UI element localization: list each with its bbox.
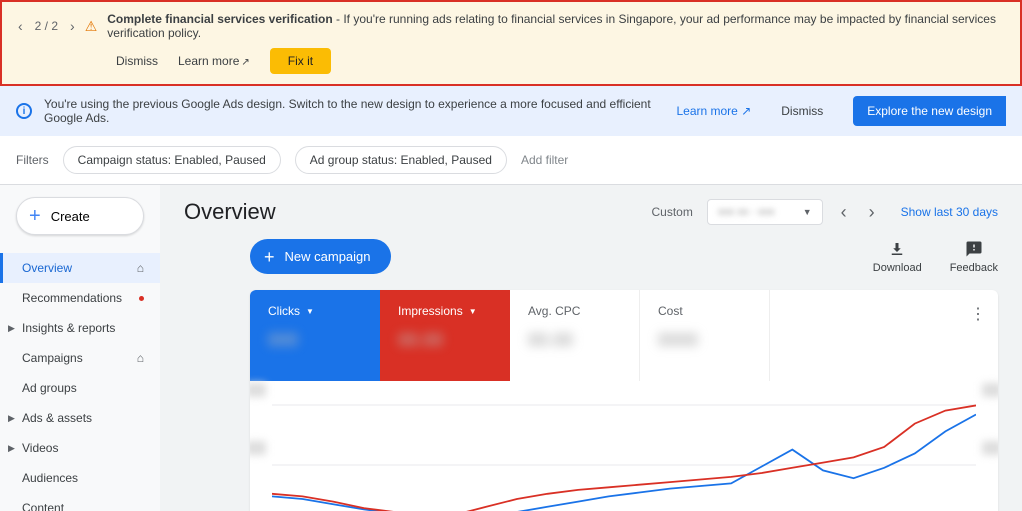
card-more-icon[interactable]: ⋮ xyxy=(970,304,986,324)
home-icon: ⌂ xyxy=(137,261,144,275)
filters-label: Filters xyxy=(16,153,49,167)
sidebar-item-label: Insights & reports xyxy=(22,321,115,335)
alert-next-arrow[interactable]: › xyxy=(70,18,75,34)
alert-pager: 2 / 2 xyxy=(35,19,58,33)
sidebar-item-label: Overview xyxy=(22,261,72,275)
show-last-30-days-link[interactable]: Show last 30 days xyxy=(901,205,998,219)
sidebar-item-audiences[interactable]: Audiences xyxy=(0,463,160,493)
sidebar-item-recommendations[interactable]: Recommendations xyxy=(0,283,160,313)
alert-learn-more-link[interactable]: Learn more↗ xyxy=(178,54,250,68)
sidebar-item-label: Recommendations xyxy=(22,291,122,305)
metric-value-redacted: 000 xyxy=(268,330,362,351)
metrics-row: Clicks▼ 000 Impressions▼ 00.00 Avg. CPC … xyxy=(250,290,998,381)
sidebar-item-videos[interactable]: ▶ Videos xyxy=(0,433,160,463)
plus-icon: + xyxy=(29,206,41,226)
filter-chip-campaign-status[interactable]: Campaign status: Enabled, Paused xyxy=(63,146,281,174)
metric-value-redacted: 0000 xyxy=(658,330,751,351)
y-axis-label-redacted xyxy=(250,441,266,455)
expand-caret-icon: ▶ xyxy=(8,443,15,454)
expand-caret-icon: ▶ xyxy=(8,413,15,424)
sidebar-item-ads-assets[interactable]: ▶ Ads & assets xyxy=(0,403,160,433)
feedback-icon xyxy=(965,240,983,258)
expand-caret-icon: ▶ xyxy=(8,323,15,334)
external-icon: ↗ xyxy=(241,57,249,68)
y-axis-label-redacted xyxy=(250,383,266,397)
alert-dismiss-link[interactable]: Dismiss xyxy=(116,54,158,68)
metric-value-redacted: 00.00 xyxy=(528,330,621,351)
notification-dot-icon xyxy=(139,296,144,301)
metric-value-redacted: 00.00 xyxy=(398,330,492,351)
dropdown-icon: ▼ xyxy=(306,307,314,316)
verification-alert: ‹ 2 / 2 › ⚠ Complete financial services … xyxy=(0,0,1022,86)
dropdown-icon: ▼ xyxy=(469,307,477,316)
create-label: Create xyxy=(51,209,90,224)
performance-card: Clicks▼ 000 Impressions▼ 00.00 Avg. CPC … xyxy=(250,290,998,511)
warning-icon: ⚠ xyxy=(85,18,98,35)
sidebar-item-content[interactable]: Content xyxy=(0,493,160,511)
new-campaign-button[interactable]: + New campaign xyxy=(250,239,391,274)
metric-avg-cpc[interactable]: Avg. CPC 00.00 xyxy=(510,290,640,381)
y-axis-label-redacted xyxy=(982,441,998,455)
main-header: Overview Custom xxx xx - xxx ▼ ‹ › Show … xyxy=(160,185,1022,239)
plus-icon: + xyxy=(264,250,275,264)
new-campaign-label: New campaign xyxy=(285,249,371,264)
feedback-button[interactable]: Feedback xyxy=(950,240,998,274)
fix-it-button[interactable]: Fix it xyxy=(270,48,331,74)
date-prev-arrow[interactable]: ‹ xyxy=(837,202,851,223)
sidebar-item-label: Audiences xyxy=(22,471,78,485)
sidebar-item-label: Ad groups xyxy=(22,381,77,395)
create-button[interactable]: + Create xyxy=(16,197,144,235)
sidebar-item-label: Content xyxy=(22,501,64,511)
sidebar-item-label: Ads & assets xyxy=(22,411,92,425)
filter-bar: Filters Campaign status: Enabled, Paused… xyxy=(0,136,1022,185)
home-icon: ⌂ xyxy=(137,351,144,365)
dropdown-icon: ▼ xyxy=(803,207,812,217)
metric-clicks[interactable]: Clicks▼ 000 xyxy=(250,290,380,381)
sidebar-item-ad-groups[interactable]: Ad groups xyxy=(0,373,160,403)
metric-impressions[interactable]: Impressions▼ 00.00 xyxy=(380,290,510,381)
date-next-arrow[interactable]: › xyxy=(865,202,879,223)
download-button[interactable]: Download xyxy=(873,240,922,274)
date-value-redacted: xxx xx - xxx xyxy=(718,206,775,218)
design-switch-alert: i You're using the previous Google Ads d… xyxy=(0,86,1022,136)
date-picker[interactable]: xxx xx - xxx ▼ xyxy=(707,199,823,225)
design-alert-message: You're using the previous Google Ads des… xyxy=(44,97,664,125)
sidebar: + Create Overview ⌂ Recommendations ▶ Insigh… xyxy=(0,185,160,511)
line-chart xyxy=(272,395,976,511)
page-title: Overview xyxy=(184,199,652,225)
alert-prev-arrow[interactable]: ‹ xyxy=(18,18,23,34)
y-axis-label-redacted xyxy=(982,383,998,397)
explore-new-design-button[interactable]: Explore the new design xyxy=(853,96,1006,126)
filter-chip-adgroup-status[interactable]: Ad group status: Enabled, Paused xyxy=(295,146,507,174)
add-filter-link[interactable]: Add filter xyxy=(521,153,568,167)
date-range-type: Custom xyxy=(652,205,693,219)
info-icon: i xyxy=(16,103,32,119)
chart-area: 12 AM 11 PM xyxy=(250,381,998,511)
download-icon xyxy=(888,240,906,258)
sidebar-item-label: Videos xyxy=(22,441,58,455)
sidebar-item-insights-reports[interactable]: ▶ Insights & reports xyxy=(0,313,160,343)
metric-cost[interactable]: Cost 0000 xyxy=(640,290,770,381)
design-learn-more-link[interactable]: Learn more ↗ xyxy=(676,104,751,118)
alert-message: Complete financial services verification… xyxy=(107,12,1004,40)
external-icon: ↗ xyxy=(741,104,751,118)
design-dismiss-link[interactable]: Dismiss xyxy=(781,104,823,118)
sidebar-item-label: Campaigns xyxy=(22,351,83,365)
main-content: Overview Custom xxx xx - xxx ▼ ‹ › Show … xyxy=(160,185,1022,511)
sidebar-item-overview[interactable]: Overview ⌂ xyxy=(0,253,160,283)
sidebar-item-campaigns[interactable]: Campaigns ⌂ xyxy=(0,343,160,373)
